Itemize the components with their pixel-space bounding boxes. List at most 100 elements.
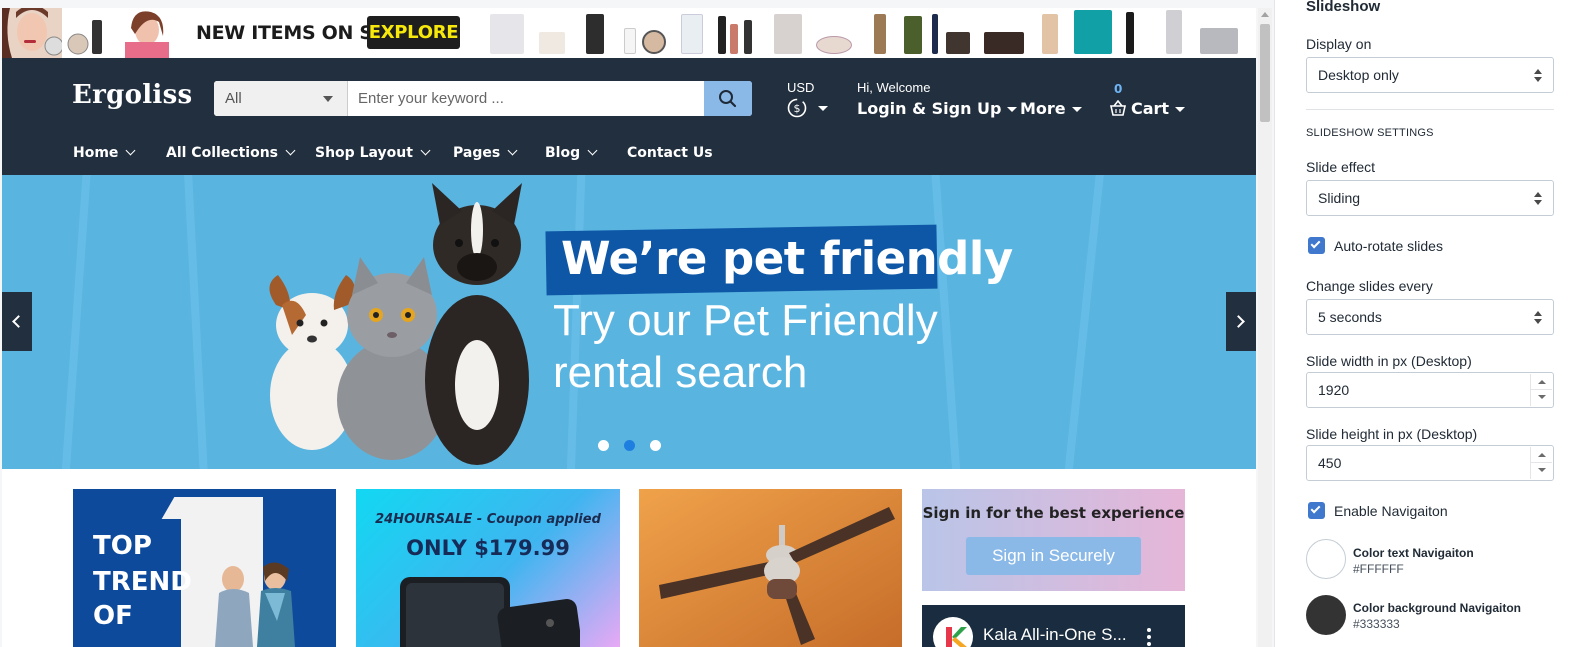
chevron-down-icon — [285, 145, 296, 156]
svg-text:$: $ — [794, 102, 801, 115]
signin-banner: Sign in for the best experience Sign in … — [922, 489, 1185, 591]
decorative-stripe — [60, 175, 92, 469]
decorative-stripe — [1063, 175, 1105, 469]
slide-next-button[interactable] — [1226, 292, 1256, 351]
video-thumbnail[interactable]: Kala All-in-One S... — [922, 605, 1185, 647]
caret-down-icon — [323, 96, 333, 102]
scrollbar-thumb[interactable] — [1260, 24, 1270, 122]
search-category-select[interactable]: All — [214, 81, 348, 116]
change-slides-select[interactable]: 5 seconds — [1306, 299, 1554, 335]
spin-up-icon[interactable] — [1538, 453, 1546, 457]
select-arrows-icon — [1534, 311, 1542, 325]
select-arrows-icon — [1534, 192, 1542, 206]
nav-label: Blog — [545, 145, 581, 161]
color-text-label: Color text Navigaiton — [1353, 546, 1474, 560]
slide-effect-label: Slide effect — [1306, 159, 1376, 175]
slide-effect-value: Sliding — [1318, 190, 1361, 206]
slide-dot-2[interactable] — [624, 440, 635, 451]
welcome-text: Hi, Welcome — [857, 80, 931, 95]
search-input[interactable]: Enter your keyword ... — [358, 81, 504, 116]
cosmetic-bottle-image — [64, 8, 110, 58]
more-menu[interactable]: More — [1020, 99, 1082, 118]
checkmark-icon — [1310, 503, 1321, 514]
nav-item-pages[interactable]: Pages — [453, 145, 518, 161]
slide-dot-1[interactable] — [598, 440, 609, 451]
store-preview-frame: NEW ITEMS ON SHOP EXPLORE Ergoliss All E… — [0, 0, 1274, 647]
slide-width-label: Slide width in px (Desktop) — [1306, 353, 1472, 369]
spin-down-icon[interactable] — [1538, 395, 1546, 399]
login-signup-link[interactable]: Login & Sign Up — [857, 99, 1018, 118]
auto-rotate-checkbox[interactable] — [1308, 237, 1325, 254]
promo-banner[interactable]: NEW ITEMS ON SHOP EXPLORE — [2, 8, 1256, 58]
nav-item-shop-layout[interactable]: Shop Layout — [315, 145, 431, 161]
promo-banner-top-trend[interactable]: TOP TREND OF — [73, 489, 336, 647]
color-background-swatch[interactable] — [1306, 595, 1346, 635]
cart-count: 0 — [1114, 82, 1123, 96]
banner-trend-line2: TREND — [93, 567, 192, 597]
nav-item-all-collections[interactable]: All Collections — [166, 145, 296, 161]
cart-button[interactable]: Cart — [1109, 99, 1186, 118]
kala-logo-icon — [946, 627, 967, 647]
couple-image — [215, 562, 295, 647]
chevron-left-icon — [12, 315, 25, 328]
display-on-select[interactable]: Desktop only — [1306, 57, 1554, 93]
nav-item-blog[interactable]: Blog — [545, 145, 598, 161]
slide-height-value: 450 — [1318, 455, 1342, 471]
checkmark-icon — [1310, 238, 1321, 249]
slide-effect-select[interactable]: Sliding — [1306, 180, 1554, 216]
currency-switcher[interactable]: $ — [786, 97, 829, 119]
color-text-swatch[interactable] — [1306, 539, 1346, 579]
promo-banner-ceiling-fan[interactable] — [639, 489, 902, 647]
slide-height-input[interactable]: 450 — [1306, 445, 1554, 481]
chevron-down-icon — [420, 145, 431, 156]
caret-down-icon — [1175, 107, 1186, 112]
site-header: Ergoliss All Enter your keyword ... USD … — [2, 58, 1256, 175]
number-spinner[interactable] — [1530, 374, 1552, 406]
spin-down-icon[interactable] — [1538, 468, 1546, 472]
model-face-image — [2, 8, 62, 58]
nav-item-contact-us[interactable]: Contact Us — [627, 145, 713, 161]
change-slides-value: 5 seconds — [1318, 309, 1382, 325]
cart-label: Cart — [1131, 99, 1170, 118]
app-root: NEW ITEMS ON SHOP EXPLORE Ergoliss All E… — [0, 0, 1587, 647]
search-icon — [719, 90, 737, 108]
auto-rotate-label[interactable]: Auto-rotate slides — [1334, 238, 1443, 254]
channel-logo — [933, 617, 973, 647]
signin-button[interactable]: Sign in Securely — [966, 537, 1141, 575]
number-spinner[interactable] — [1530, 447, 1552, 479]
chevron-down-icon — [125, 145, 136, 156]
slide-width-input[interactable]: 1920 — [1306, 372, 1554, 408]
section-heading: SLIDESHOW SETTINGS — [1306, 127, 1434, 139]
smartphone-image — [400, 577, 580, 647]
promo-banner-sale[interactable]: 24HOURSALE - Coupon applied ONLY $179.99 — [356, 489, 620, 647]
nav-item-home[interactable]: Home — [73, 145, 136, 161]
slide-dot-3[interactable] — [650, 440, 661, 451]
preview-scrollbar[interactable] — [1258, 8, 1272, 647]
slide-headline: We’re pet friendly — [561, 232, 1013, 285]
currency-dollar-icon: $ — [787, 98, 807, 118]
explore-button[interactable]: EXPLORE — [367, 16, 460, 49]
settings-panel: Slideshow Display on Desktop only SLIDES… — [1274, 0, 1587, 647]
spin-up-icon[interactable] — [1538, 380, 1546, 384]
slide-subtitle-line1: Try our Pet Friendly — [553, 296, 938, 345]
chevron-right-icon — [1232, 315, 1245, 328]
banner-trend-line3: OF — [93, 601, 133, 631]
search-bar: All Enter your keyword ... — [214, 81, 752, 116]
enable-navigation-label[interactable]: Enable Navigaiton — [1334, 503, 1448, 519]
caret-down-icon — [1071, 107, 1082, 112]
sale-price: ONLY $179.99 — [406, 536, 570, 560]
basket-icon — [1110, 99, 1126, 116]
more-label: More — [1020, 99, 1066, 118]
caret-down-icon — [818, 105, 829, 111]
slide-height-label: Slide height in px (Desktop) — [1306, 426, 1478, 442]
scroll-up-arrow-icon[interactable] — [1261, 12, 1269, 17]
caret-down-icon — [1007, 107, 1018, 112]
chevron-down-icon — [507, 145, 518, 156]
enable-navigation-checkbox[interactable] — [1308, 502, 1325, 519]
more-options-icon[interactable] — [1147, 628, 1151, 647]
slide-prev-button[interactable] — [2, 292, 32, 351]
decorative-stripe — [183, 175, 209, 469]
search-button[interactable] — [704, 81, 752, 116]
nav-label: Contact Us — [627, 145, 713, 161]
site-logo[interactable]: Ergoliss — [72, 80, 192, 110]
